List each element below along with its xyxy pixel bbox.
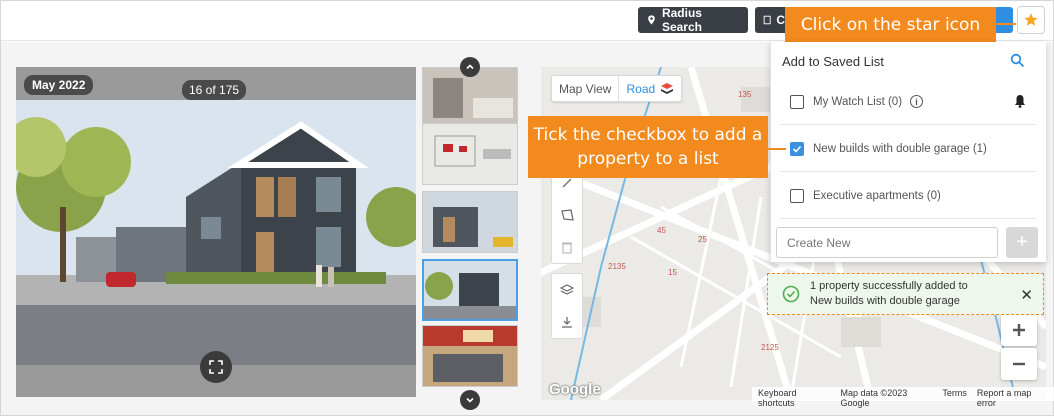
list-checkbox[interactable] [790,188,804,203]
thumbnail-scroll-down-button[interactable] [460,390,480,410]
checkmark-icon [792,145,802,153]
road-option[interactable]: Road [619,76,681,101]
add-list-button[interactable]: + [1006,227,1038,258]
terms-link[interactable]: Terms [942,388,967,400]
property-photo-illustration [16,67,416,397]
toast-message: 1 property successfully added to New bui… [810,279,1010,309]
map-draw-tools [551,166,583,264]
minus-icon [1013,362,1025,366]
saved-list-item[interactable]: Executive apartments (0) [780,173,1036,219]
radius-search-button[interactable]: Radius Search [638,6,748,34]
thumbnail-scroll-up-button[interactable] [460,57,480,77]
thumbnail-image [423,124,517,184]
thumbnail-strip [422,67,518,397]
list-checkbox[interactable] [790,94,804,109]
thumbnail-image [424,261,516,319]
zoom-in-button[interactable] [1001,314,1037,346]
thumbnail[interactable] [422,123,518,185]
thumbnail-selected[interactable] [422,259,518,321]
trash-icon [562,242,572,254]
saved-list-item[interactable]: New builds with double garage (1) [780,126,1036,172]
map-data-text: Map data ©2023 Google [840,388,908,408]
google-logo: Google [549,381,601,398]
toast-line-2: New builds with double garage [810,295,960,307]
callout-pointer [996,23,1016,25]
toolbar-button-label: C [776,13,785,27]
radius-search-label: Radius Search [661,6,702,34]
success-toast: 1 property successfully added to New bui… [767,273,1044,315]
fullscreen-button[interactable] [200,351,232,383]
layers-icon [560,284,574,295]
star-instruction-callout: Click on the star icon [785,7,996,42]
map-street-number: 135 [738,90,752,99]
saved-list-title: Add to Saved List [782,54,884,69]
keyboard-shortcuts-link[interactable]: Keyboard shortcuts [758,388,831,408]
save-to-list-button[interactable] [1017,6,1045,34]
map-layer-tools [551,273,583,339]
star-icon [1024,13,1038,26]
info-icon[interactable]: i [910,95,924,108]
map-street-number: 45 [657,226,666,235]
list-item-label: Executive apartments (0) [813,189,941,202]
thumbnail[interactable] [422,191,518,253]
thumbnail-image [423,68,517,128]
photo-counter: 16 of 175 [182,80,247,100]
chevron-down-icon [466,397,474,403]
bell-icon[interactable] [1012,93,1028,109]
road-label: Road [626,81,656,96]
download-icon [562,317,572,328]
thumbnail[interactable] [422,325,518,387]
main-property-photo[interactable] [16,67,416,397]
polygon-icon [561,209,574,221]
list-item-label: New builds with double garage (1) [813,142,987,155]
map-view-option[interactable]: Map View [552,76,620,101]
layers-3d-icon [661,82,674,94]
photo-date-badge: May 2022 [24,75,94,95]
list-checkbox-checked[interactable] [790,141,804,156]
report-map-error-link[interactable]: Report a map error [977,388,1048,408]
map-street-number: 15 [668,268,677,277]
zoom-out-button[interactable] [1001,348,1037,380]
checkbox-instruction-callout: Tick the checkbox to add a property to a… [528,116,768,178]
search-icon [1010,53,1025,68]
close-icon[interactable]: ✕ [1020,286,1033,304]
map-type-toggle: Map View Road [551,75,683,102]
map-attribution: Keyboard shortcuts Map data ©2023 Google… [752,387,1054,408]
layers-button[interactable] [552,274,582,306]
thumbnail-image [423,326,517,386]
expand-icon [209,360,223,374]
toast-line-1: 1 property successfully added to [810,280,968,292]
map-view-label: Map View [559,81,612,96]
map-street-number: 2135 [608,262,626,271]
callout-pointer [768,148,786,150]
map-street-number: 2125 [761,343,779,352]
ruler-icon [562,178,572,188]
chevron-up-icon [466,64,474,70]
map-street-number: 25 [698,235,707,244]
delete-shape-tool[interactable] [552,231,582,263]
list-item-label: My Watch List (0) [813,95,903,108]
create-new-list-input[interactable] [776,227,998,258]
download-button[interactable] [552,306,582,338]
thumbnail-image [423,192,517,252]
check-circle-icon [782,285,800,303]
map-pin-icon [648,15,655,25]
saved-list-search-button[interactable] [1010,53,1025,73]
polygon-tool[interactable] [552,199,582,231]
document-icon [763,15,771,25]
plus-icon [1013,324,1025,336]
saved-list-item[interactable]: My Watch List (0) i [780,79,1036,125]
